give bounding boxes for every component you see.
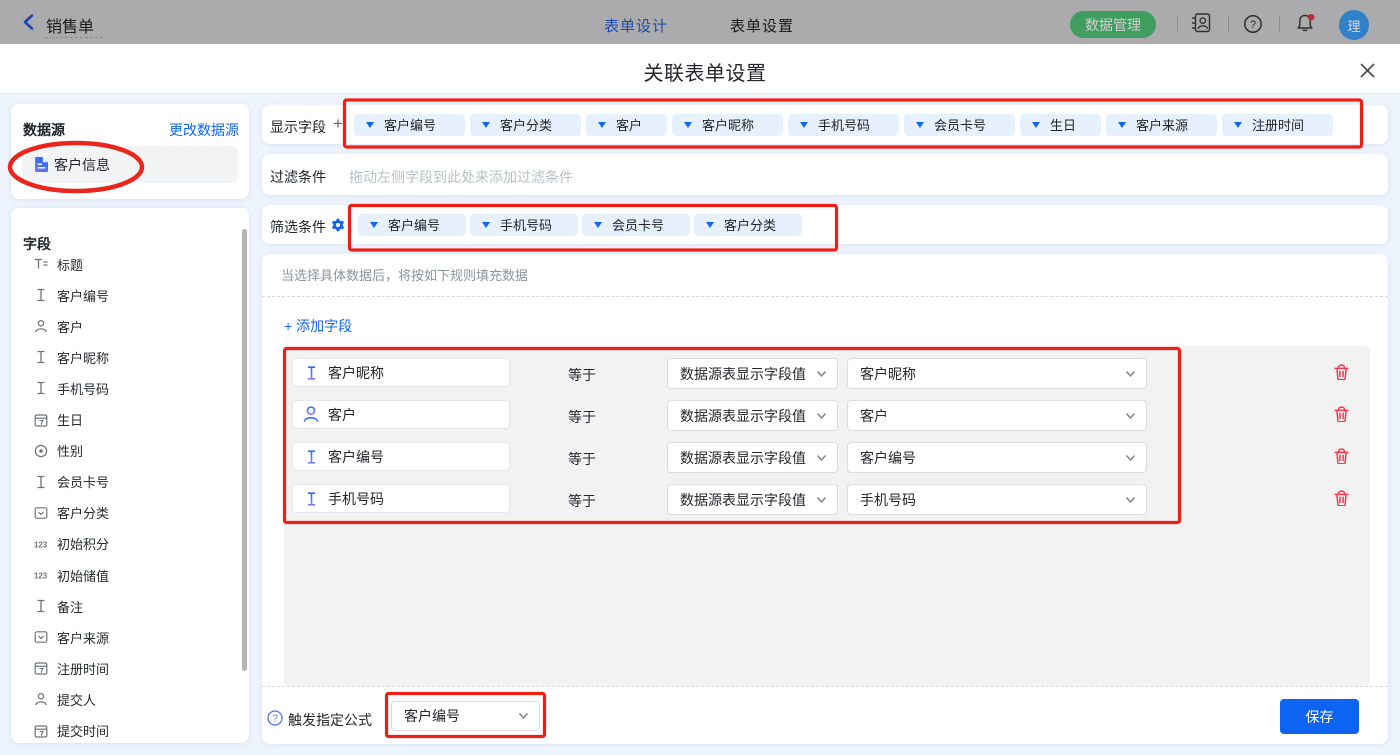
svg-text:123: 123 (34, 571, 48, 580)
svg-text:?: ? (1250, 19, 1256, 31)
svg-text:?: ? (272, 714, 278, 725)
svg-text:123: 123 (34, 540, 48, 549)
